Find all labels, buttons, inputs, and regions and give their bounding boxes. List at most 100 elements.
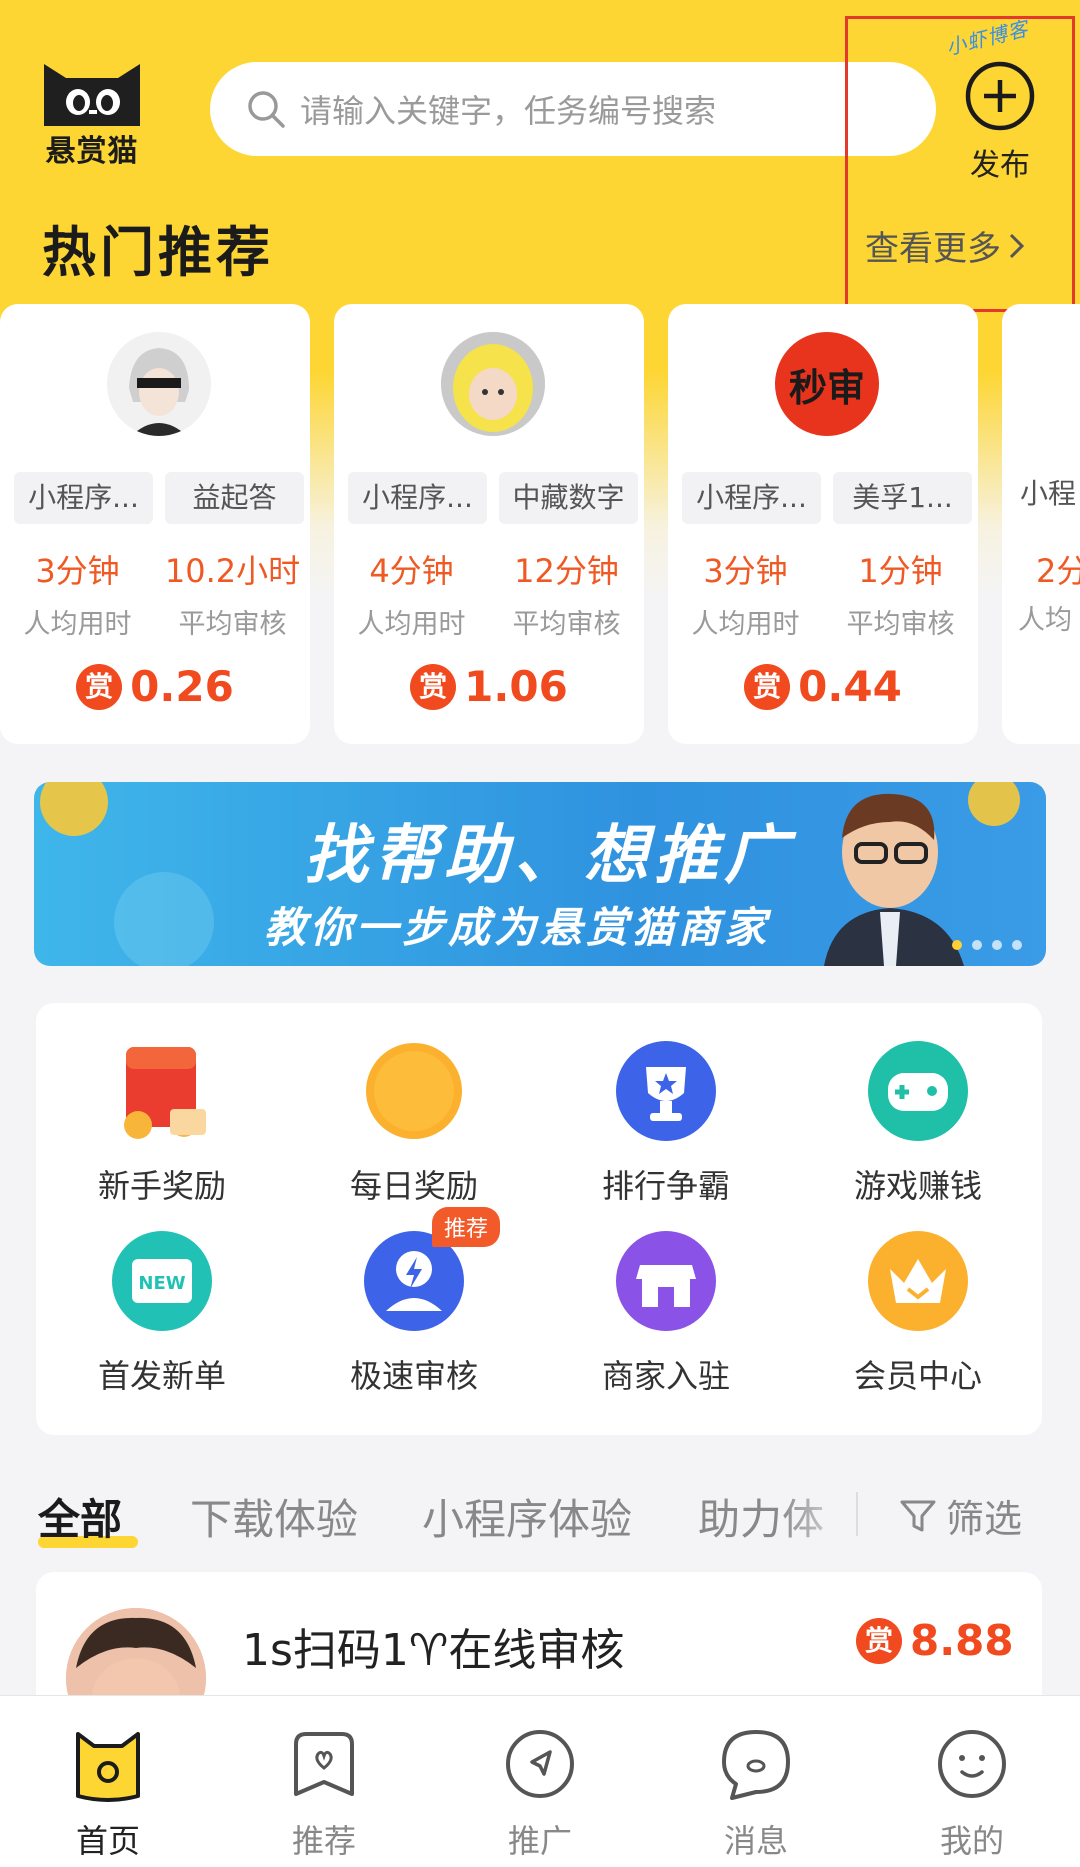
hot-card[interactable]: 小程 2分 人均 [1002, 304, 1080, 744]
avg-review-label: 平均审核 [846, 609, 955, 640]
message-icon [722, 1730, 790, 1800]
feature-member-center[interactable]: 会员中心 [818, 1229, 1018, 1397]
recommend-badge: 推荐 [432, 1207, 501, 1247]
cat-logo-icon [44, 64, 140, 126]
store-icon [616, 1231, 716, 1331]
feature-label: 会员中心 [853, 1357, 982, 1395]
search-placeholder: 请输入关键字，任务编号搜索 [300, 92, 717, 130]
tab-all[interactable]: 全部 [38, 1486, 138, 1548]
feature-fast-review[interactable]: 推荐 极速审核 [314, 1207, 514, 1397]
feature-merchant-join[interactable]: 商家入驻 [566, 1229, 766, 1397]
avg-time-label: 人均用时 [691, 609, 800, 640]
view-more-link[interactable]: 查看更多 [865, 221, 1027, 270]
avg-review-value: 12分钟 [514, 552, 619, 590]
feature-label: 商家入驻 [601, 1357, 730, 1395]
card-tag: 小程 [1020, 477, 1077, 510]
nav-home[interactable]: 首页 [0, 1696, 216, 1867]
avatar: 秒审 [775, 332, 879, 436]
filter-label: 筛选 [946, 1497, 1023, 1541]
red-envelope-icon [124, 1047, 206, 1139]
avatar-image [107, 332, 211, 436]
banner-subtitle: 教你一步成为悬赏猫商家 [264, 903, 771, 952]
avg-time-value: 3分钟 [35, 552, 120, 590]
feature-newbie-reward[interactable]: 新手奖励 [62, 1039, 262, 1207]
search-icon [248, 91, 285, 128]
nav-promote[interactable]: 推广 [432, 1696, 648, 1867]
avg-time-label: 人均用时 [357, 609, 466, 640]
filter-button[interactable]: 筛选 [898, 1488, 1022, 1543]
chevron-right-icon [1009, 233, 1025, 258]
profile-icon [938, 1730, 1006, 1798]
avg-review-value: 10.2小时 [164, 552, 301, 590]
nav-label: 我的 [939, 1822, 1004, 1860]
search-bar[interactable]: 请输入关键字，任务编号搜索 [210, 62, 936, 156]
recommend-icon [294, 1732, 354, 1796]
nav-messages[interactable]: 消息 [648, 1696, 864, 1867]
nav-label: 消息 [723, 1822, 788, 1860]
feature-first-new-order[interactable]: NEW 首发新单 [62, 1229, 262, 1397]
hot-card[interactable]: 秒审 小程序... 美孚1... 3分钟 人均用时 1分钟 平均审核 赏 0.44 [668, 304, 978, 744]
carousel-indicator [952, 940, 1022, 950]
coin-icon [366, 1043, 462, 1139]
card-tag: 益起答 [165, 472, 304, 524]
nav-label: 推荐 [291, 1822, 356, 1860]
feature-game-earn[interactable]: 游戏赚钱 [818, 1039, 1018, 1207]
feature-label: 游戏赚钱 [853, 1167, 982, 1205]
avg-time-value: 3分钟 [703, 552, 788, 590]
promo-banner[interactable]: 找帮助、想推广 教你一步成为悬赏猫商家 [34, 782, 1046, 966]
publish-button[interactable]: 发布 [960, 60, 1040, 184]
avg-time-label: 人均用时 [23, 609, 132, 640]
task-reward: 赏 8.88 [856, 1616, 1014, 1665]
filter-icon [900, 1500, 936, 1531]
reward-icon: 赏 [76, 663, 123, 710]
carousel-dot [972, 940, 982, 950]
hot-card[interactable]: 小程序... 中藏数字 4分钟 人均用时 12分钟 平均审核 赏 1.06 [334, 304, 644, 744]
avg-review-value: 1分钟 [858, 552, 943, 590]
tab-download[interactable]: 下载体验 [190, 1486, 358, 1547]
hot-card[interactable]: 小程序... 益起答 3分钟 人均用时 10.2小时 平均审核 赏 0.26 [0, 304, 310, 744]
category-tabs: 全部 下载体验 小程序体验 助力体 筛选 [38, 1480, 1048, 1560]
feature-label: 极速审核 [349, 1357, 478, 1395]
feature-label: 每日奖励 [349, 1167, 478, 1205]
app-logo: 悬赏猫 [36, 52, 148, 172]
avatar-image [441, 332, 545, 436]
tab-divider [856, 1492, 858, 1536]
tab-label: 全部 [38, 1495, 123, 1544]
feature-grid: 新手奖励 每日奖励 排行争霸 游戏赚钱 NEW 首发新单 推荐 极速审核 商家入… [36, 1003, 1042, 1435]
publish-label: 发布 [970, 148, 1030, 183]
logo-text: 悬赏猫 [45, 134, 139, 169]
avatar [107, 332, 211, 436]
reward-value: 0.26 [130, 662, 234, 711]
feature-ranking[interactable]: 排行争霸 [566, 1039, 766, 1207]
avg-time-label: 人均 [1018, 605, 1072, 636]
reward-value: 0.44 [798, 662, 902, 711]
nav-recommend[interactable]: 推荐 [216, 1696, 432, 1867]
card-tag: 小程序... [348, 472, 487, 524]
plus-circle-icon [965, 61, 1035, 131]
bottom-nav: 首页 推荐 推广 消息 我的 [0, 1695, 1080, 1867]
carousel-dot [1012, 940, 1022, 950]
nav-profile[interactable]: 我的 [864, 1696, 1080, 1867]
trophy-icon [616, 1041, 716, 1141]
hot-section-title: 热门推荐 [42, 221, 274, 284]
feature-label: 排行争霸 [601, 1167, 730, 1205]
carousel-dot [952, 940, 962, 950]
reward-value: 8.88 [910, 1616, 1014, 1665]
feature-label: 新手奖励 [97, 1167, 226, 1205]
task-list-item[interactable]: 1s扫码1♈在线审核 赏 8.88 [36, 1572, 1042, 1712]
tab-scroll-fade [778, 1480, 918, 1550]
reward-icon: 赏 [856, 1617, 902, 1664]
promote-icon [506, 1730, 574, 1798]
task-title: 1s扫码1♈在线审核 [242, 1625, 625, 1676]
card-tag: 小程序... [682, 472, 821, 524]
avg-review-label: 平均审核 [178, 609, 287, 640]
gamepad-icon [868, 1041, 968, 1141]
avg-time-value: 2分 [1036, 552, 1080, 590]
tab-miniprogram[interactable]: 小程序体验 [422, 1486, 632, 1547]
crown-icon [868, 1231, 968, 1331]
feature-daily-reward[interactable]: 每日奖励 [314, 1039, 514, 1207]
avatar [441, 332, 545, 436]
feature-label: 首发新单 [97, 1357, 226, 1395]
card-tag: 中藏数字 [499, 472, 638, 524]
reward-value: 1.06 [464, 662, 568, 711]
